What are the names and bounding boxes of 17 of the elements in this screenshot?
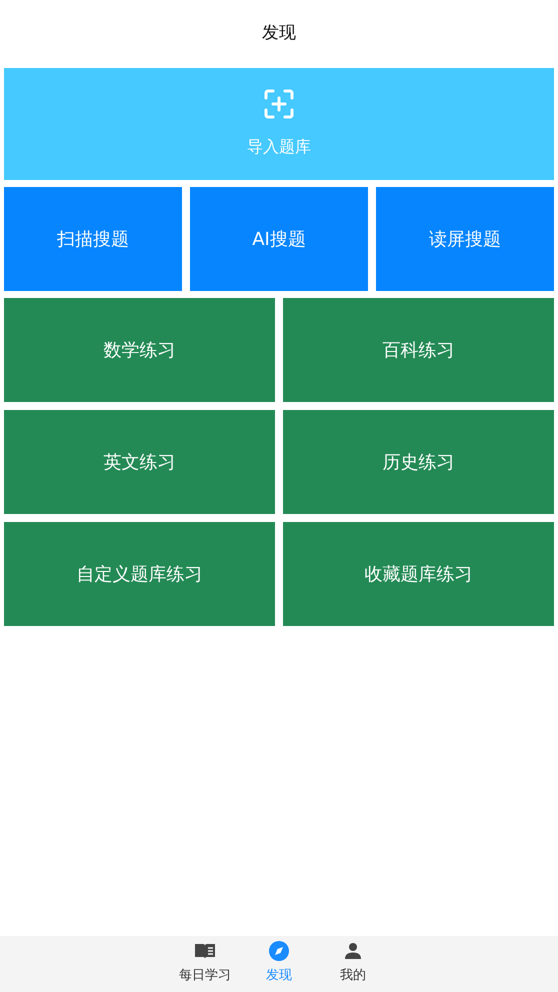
compass-icon [269,941,289,961]
tab-bar-item[interactable]: 发现 [242,936,316,992]
book-icon [194,942,216,960]
person-icon [344,942,362,960]
practice-tile-button[interactable]: 收藏题库练习 [283,522,554,626]
scan-add-icon [264,89,294,119]
practice-tile-button[interactable]: 英文练习 [4,410,275,514]
search-tile-button[interactable]: AI搜题 [190,187,368,291]
practice-tile-button[interactable]: 数学练习 [4,298,275,402]
tab-bar-item[interactable]: 我的 [316,936,390,992]
practice-tile-button[interactable]: 自定义题库练习 [4,522,275,626]
page-title: 发现 [262,22,296,46]
practice-tile-button[interactable]: 百科练习 [283,298,554,402]
practice-tile-button[interactable]: 历史练习 [283,410,554,514]
search-tile-button[interactable]: 读屏搜题 [376,187,554,291]
search-tile-button[interactable]: 扫描搜题 [4,187,182,291]
tab-bar-item[interactable]: 每日学习 [168,936,242,992]
